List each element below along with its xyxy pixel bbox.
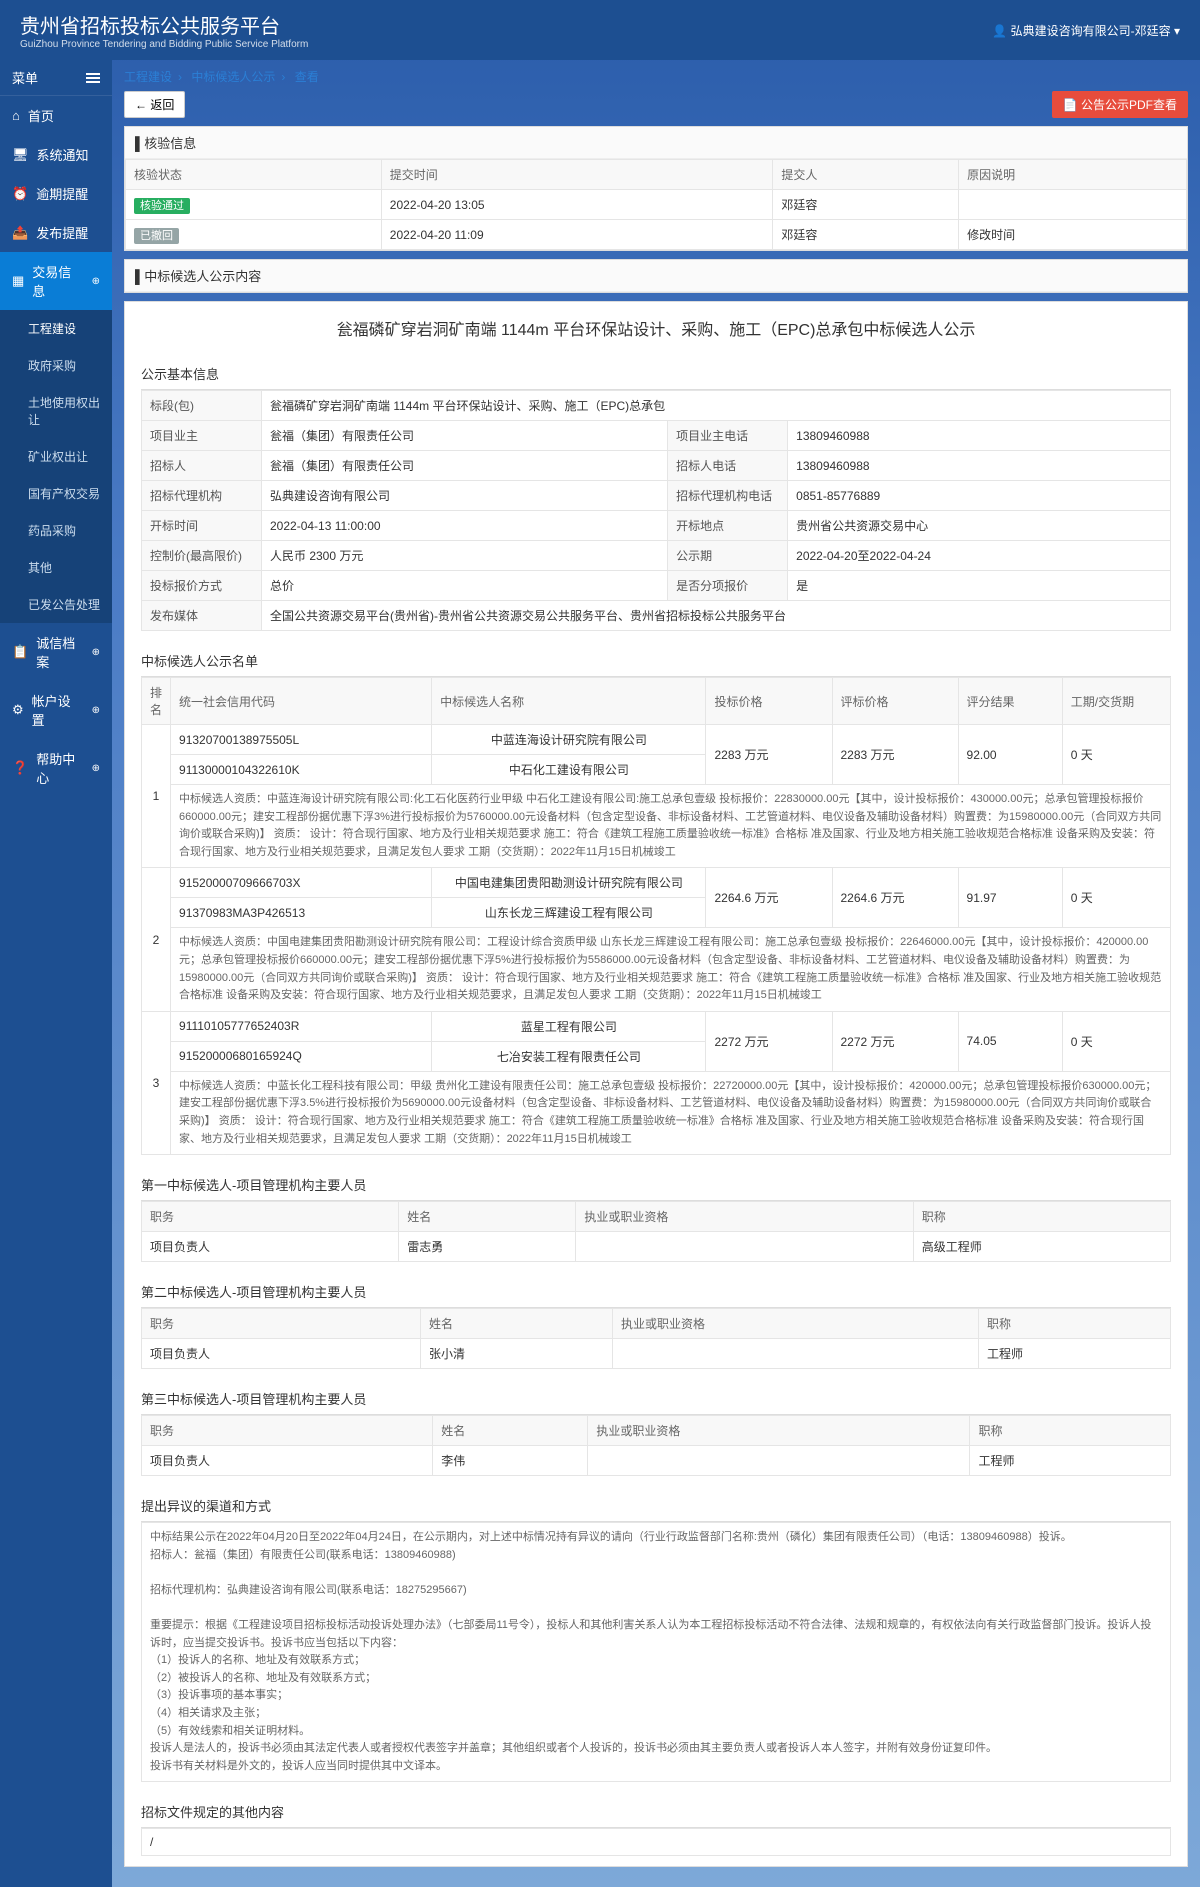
user-info[interactable]: 👤 弘典建设咨询有限公司-邓廷容 ▾ bbox=[992, 22, 1180, 39]
basic-row: 招标代理机构弘典建设咨询有限公司招标代理机构电话0851-85776889 bbox=[142, 481, 1171, 511]
submenu-item-7[interactable]: 已发公告处理 bbox=[0, 586, 112, 623]
bc-0[interactable]: 工程建设 bbox=[124, 70, 172, 84]
bc-2[interactable]: 查看 bbox=[295, 70, 319, 84]
submenu-item-6[interactable]: 其他 bbox=[0, 549, 112, 586]
pers-table: 职务姓名执业或职业资格职称 项目负责人李伟工程师 bbox=[141, 1415, 1171, 1476]
submenu-item-2[interactable]: 土地使用权出让 bbox=[0, 384, 112, 438]
status-tag: 核验通过 bbox=[134, 198, 190, 214]
submenu-item-0[interactable]: 工程建设 bbox=[0, 310, 112, 347]
pers-row: 项目负责人雷志勇高级工程师 bbox=[142, 1232, 1171, 1262]
submenu-item-1[interactable]: 政府采购 bbox=[0, 347, 112, 384]
submenu-item-3[interactable]: 矿业权出让 bbox=[0, 438, 112, 475]
content-panel: ▌中标候选人公示内容 bbox=[124, 259, 1188, 293]
menu-header: 菜单 bbox=[0, 60, 112, 96]
sidebar-item-7[interactable]: ❓帮助中心⊕ bbox=[0, 739, 112, 797]
bc-1[interactable]: 中标候选人公示 bbox=[191, 70, 275, 84]
pers-title: 第一中标候选人-项目管理机构主要人员 bbox=[141, 1169, 1171, 1201]
cand-row: 191320700138975505L中蓝连海设计研究院有限公司2283 万元2… bbox=[142, 725, 1171, 755]
menu-icon: 📤 bbox=[12, 225, 28, 241]
sidebar-item-3[interactable]: 📤发布提醒 bbox=[0, 213, 112, 252]
submenu-item-4[interactable]: 国有产权交易 bbox=[0, 475, 112, 512]
verify-row: 核验通过2022-04-20 13:05邓廷容 bbox=[126, 190, 1187, 220]
verify-panel: ▌核验信息 核验状态 提交时间 提交人 原因说明 核验通过2022-04-20 … bbox=[124, 126, 1188, 251]
status-tag: 已撤回 bbox=[134, 228, 179, 244]
sidebar-item-1[interactable]: 🖥系统通知 bbox=[0, 135, 112, 174]
pers-table: 职务姓名执业或职业资格职称 项目负责人张小清工程师 bbox=[141, 1308, 1171, 1369]
objection-body: 中标结果公示在2022年04月20日至2022年04月24日，在公示期内，对上述… bbox=[142, 1523, 1171, 1782]
pers-title: 第二中标候选人-项目管理机构主要人员 bbox=[141, 1276, 1171, 1308]
cand-desc: 中标候选人资质：中蓝连海设计研究院有限公司:化工石化医药行业甲级 中石化工建设有… bbox=[171, 785, 1171, 868]
sidebar-item-0[interactable]: ⌂首页 bbox=[0, 96, 112, 135]
candidates-table: 排名统一社会信用代码中标候选人名称投标价格评标价格评分结果工期/交货期19132… bbox=[141, 677, 1171, 1155]
menu-icon: ❓ bbox=[12, 760, 28, 776]
rank: 2 bbox=[142, 868, 171, 1011]
pdf-button[interactable]: 📄 公告公示PDF查看 bbox=[1052, 91, 1188, 118]
menu-icon: ▦ bbox=[12, 273, 24, 289]
app-subtitle: GuiZhou Province Tendering and Bidding P… bbox=[20, 39, 308, 50]
cand-title: 中标候选人公示名单 bbox=[141, 645, 1171, 677]
other-title: 招标文件规定的其他内容 bbox=[141, 1796, 1171, 1828]
rank: 1 bbox=[142, 725, 171, 868]
sidebar: 菜单 ⌂首页🖥系统通知⏰逾期提醒📤发布提醒▦交易信息⊕工程建设政府采购土地使用权… bbox=[0, 60, 112, 1887]
content-title: ▌中标候选人公示内容 bbox=[125, 260, 1187, 292]
basic-row: 发布媒体全国公共资源交易平台(贵州省)-贵州省公共资源交易公共服务平台、贵州省招… bbox=[142, 601, 1171, 631]
verify-table: 核验状态 提交时间 提交人 原因说明 核验通过2022-04-20 13:05邓… bbox=[125, 159, 1187, 250]
sidebar-item-6[interactable]: ⚙帐户设置⊕ bbox=[0, 681, 112, 739]
pers-row: 项目负责人张小清工程师 bbox=[142, 1339, 1171, 1369]
app-title: 贵州省招标投标公共服务平台 bbox=[20, 10, 308, 39]
verify-row: 已撤回2022-04-20 11:09邓廷容修改时间 bbox=[126, 220, 1187, 250]
menu-icon: 🖥 bbox=[12, 147, 29, 163]
pers-title: 第三中标候选人-项目管理机构主要人员 bbox=[141, 1383, 1171, 1415]
content-area: 工程建设› 中标候选人公示› 查看 ← 返回 📄 公告公示PDF查看 ▌核验信息… bbox=[112, 60, 1200, 1887]
basic-row: 项目业主瓮福（集团）有限责任公司项目业主电话13809460988 bbox=[142, 421, 1171, 451]
cand-row: 391110105777652403R蓝星工程有限公司2272 万元2272 万… bbox=[142, 1011, 1171, 1041]
basic-table: 标段(包)瓮福磷矿穿岩洞矿南端 1144m 平台环保站设计、采购、施工（EPC)… bbox=[141, 390, 1171, 631]
objection-title: 提出异议的渠道和方式 bbox=[141, 1490, 1171, 1522]
menu-icon: ⏰ bbox=[12, 186, 28, 202]
menu-icon: 📋 bbox=[12, 644, 28, 660]
basic-row: 开标时间2022-04-13 11:00:00开标地点贵州省公共资源交易中心 bbox=[142, 511, 1171, 541]
sidebar-item-5[interactable]: 📋诚信档案⊕ bbox=[0, 623, 112, 681]
pers-table: 职务姓名执业或职业资格职称 项目负责人雷志勇高级工程师 bbox=[141, 1201, 1171, 1262]
announce-title: 瓮福磷矿穿岩洞矿南端 1144m 平台环保站设计、采购、施工（EPC)总承包中标… bbox=[125, 302, 1187, 354]
menu-icon: ⌂ bbox=[12, 108, 20, 123]
other-content: / bbox=[142, 1829, 1171, 1856]
submenu-item-5[interactable]: 药品采购 bbox=[0, 512, 112, 549]
pers-row: 项目负责人李伟工程师 bbox=[142, 1446, 1171, 1476]
main-panel: 瓮福磷矿穿岩洞矿南端 1144m 平台环保站设计、采购、施工（EPC)总承包中标… bbox=[124, 301, 1188, 1867]
basic-title: 公示基本信息 bbox=[141, 358, 1171, 390]
basic-row: 控制价(最高限价)人民币 2300 万元公示期2022-04-20至2022-0… bbox=[142, 541, 1171, 571]
basic-row: 投标报价方式总价是否分项报价是 bbox=[142, 571, 1171, 601]
menu-icon: ⚙ bbox=[12, 702, 24, 718]
app-header: 贵州省招标投标公共服务平台 GuiZhou Province Tendering… bbox=[0, 0, 1200, 60]
rank: 3 bbox=[142, 1011, 171, 1154]
verify-title: ▌核验信息 bbox=[125, 127, 1187, 159]
sidebar-item-2[interactable]: ⏰逾期提醒 bbox=[0, 174, 112, 213]
cand-row: 291520000709666703X中国电建集团贵阳勘测设计研究院有限公司22… bbox=[142, 868, 1171, 898]
back-button[interactable]: ← 返回 bbox=[124, 91, 185, 118]
basic-row: 标段(包)瓮福磷矿穿岩洞矿南端 1144m 平台环保站设计、采购、施工（EPC)… bbox=[142, 391, 1171, 421]
breadcrumb: 工程建设› 中标候选人公示› 查看 bbox=[124, 68, 1188, 85]
menu-icon[interactable] bbox=[86, 73, 100, 83]
cand-desc: 中标候选人资质：中蓝长化工程科技有限公司：甲级 贵州化工建设有限责任公司：施工总… bbox=[171, 1071, 1171, 1154]
cand-desc: 中标候选人资质：中国电建集团贵阳勘测设计研究院有限公司：工程设计综合资质甲级 山… bbox=[171, 928, 1171, 1011]
sidebar-item-4[interactable]: ▦交易信息⊕ bbox=[0, 252, 112, 310]
basic-row: 招标人瓮福（集团）有限责任公司招标人电话13809460988 bbox=[142, 451, 1171, 481]
